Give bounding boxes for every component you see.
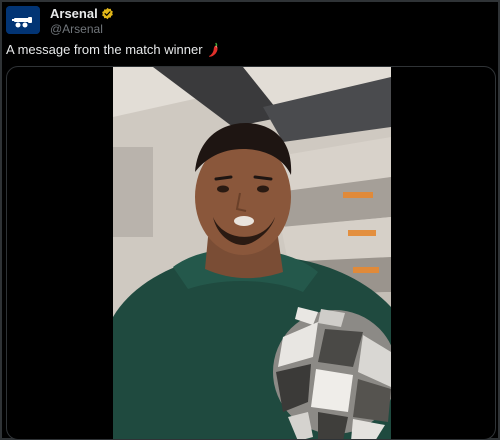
display-name-row: Arsenal — [50, 6, 114, 21]
author-names: Arsenal @Arsenal — [50, 6, 114, 36]
hot-pepper-emoji-icon — [208, 42, 218, 57]
tweet-media[interactable] — [6, 66, 496, 440]
tweet-text-content: A message from the match winner — [6, 42, 203, 57]
video-still-image — [113, 67, 391, 439]
tweet-card: Arsenal @Arsenal A message from the matc… — [0, 0, 500, 440]
tweet-header: Arsenal @Arsenal — [6, 6, 496, 36]
verified-badge-icon — [101, 7, 113, 20]
avatar[interactable] — [6, 6, 40, 34]
tweet-text: A message from the match winner — [6, 42, 221, 58]
video-thumbnail[interactable] — [113, 67, 391, 439]
display-name[interactable]: Arsenal — [50, 6, 98, 21]
handle[interactable]: @Arsenal — [50, 22, 114, 36]
arsenal-cannon-icon — [6, 6, 40, 34]
